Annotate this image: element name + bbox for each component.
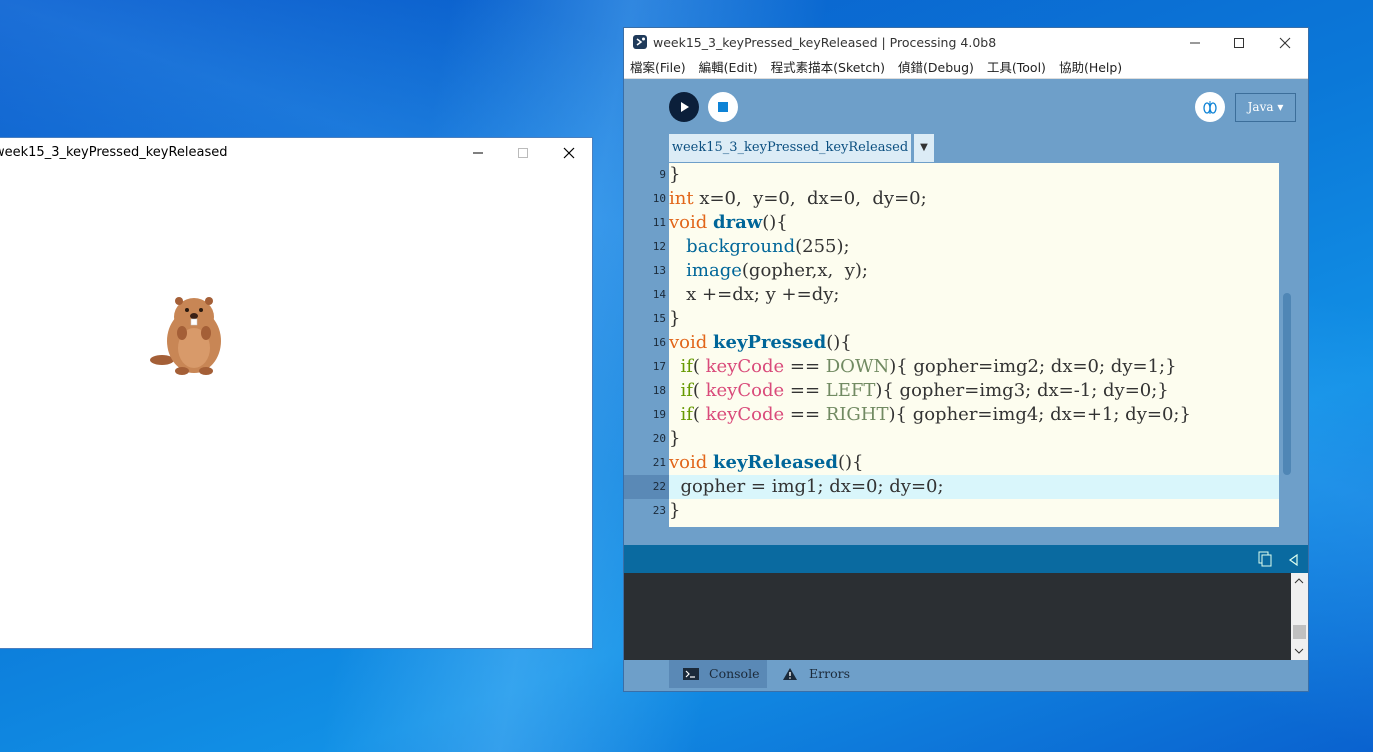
line-number: 16 [652, 336, 666, 349]
editor-tabs: week15_3_keyPressed_keyReleased ▼ [624, 134, 1308, 162]
close-button[interactable] [546, 138, 592, 168]
code-line: } [669, 500, 681, 521]
code-line-current: gopher = img1; dx=0; dy=0; [669, 475, 1279, 499]
menu-sketch[interactable]: 程式素描本(Sketch) [771, 57, 885, 78]
processing-logo-icon [633, 35, 647, 49]
pde-window-title: week15_3_keyPressed_keyReleased | Proces… [653, 35, 997, 50]
maximize-icon [1234, 37, 1244, 48]
line-number: 21 [652, 456, 666, 469]
line-number: 12 [652, 240, 666, 253]
processing-window: week15_3_keyPressed_keyReleased | Proces… [624, 28, 1308, 691]
menu-tool[interactable]: 工具(Tool) [987, 57, 1046, 78]
close-icon [563, 147, 575, 159]
code-line: if( keyCode == LEFT){ gopher=img3; dx=-1… [680, 380, 1169, 401]
code-line: void keyReleased(){ [669, 452, 864, 473]
run-button[interactable] [669, 92, 699, 122]
collapse-icon[interactable] [1288, 554, 1300, 566]
line-number: 19 [652, 408, 666, 421]
console-tab-label: Console [709, 666, 760, 681]
menu-edit[interactable]: 編輯(Edit) [699, 57, 758, 78]
line-number: 14 [652, 288, 666, 301]
pde-titlebar: week15_3_keyPressed_keyReleased | Proces… [624, 28, 1308, 57]
tab-menu-button[interactable]: ▼ [914, 134, 934, 162]
menu-file[interactable]: 檔案(File) [630, 57, 686, 78]
minimize-icon [473, 152, 483, 154]
code-line: void draw(){ [669, 212, 788, 233]
line-number: 18 [652, 384, 666, 397]
maximize-icon [518, 148, 528, 158]
code-line: if( keyCode == RIGHT){ gopher=img4; dx=+… [680, 404, 1191, 425]
warning-icon [783, 668, 797, 680]
menu-debug[interactable]: 偵錯(Debug) [898, 57, 974, 78]
code-line: void keyPressed(){ [669, 332, 852, 353]
code-line: } [669, 164, 681, 185]
code-editor[interactable]: 9 10 11 12 13 14 15 16 17 18 19 20 21 22… [624, 163, 1279, 527]
stop-button[interactable] [708, 92, 738, 122]
line-number-current: 22 [624, 475, 669, 499]
mode-selector[interactable]: Java ▾ [1235, 93, 1296, 122]
status-bar [624, 545, 1308, 573]
line-number: 10 [652, 192, 666, 205]
gopher-image [150, 297, 221, 375]
minimize-button[interactable] [455, 138, 501, 168]
scroll-down-icon[interactable] [1294, 647, 1304, 655]
code-line: } [669, 428, 681, 449]
stop-icon [718, 102, 728, 112]
debugger-icon [1203, 101, 1217, 114]
minimize-icon [1190, 42, 1200, 43]
code-area[interactable]: } int x=0, y=0, dx=0, dy=0; void draw(){… [669, 163, 1279, 527]
pde-close-button[interactable] [1262, 28, 1308, 57]
line-number: 23 [652, 504, 666, 517]
code-line: if( keyCode == DOWN){ gopher=img2; dx=0;… [680, 356, 1177, 377]
console-icon [683, 668, 699, 680]
debugger-button[interactable] [1195, 92, 1225, 122]
errors-tab-label: Errors [809, 666, 850, 681]
maximize-button[interactable] [500, 138, 546, 168]
line-number: 11 [652, 216, 666, 229]
code-line: x +=dx; y +=dy; [669, 284, 840, 305]
line-number: 20 [652, 432, 666, 445]
line-number: 17 [652, 360, 666, 373]
bottom-tabs: Console Errors [624, 660, 1308, 691]
tab-errors[interactable]: Errors [781, 660, 861, 688]
menu-help[interactable]: 協助(Help) [1059, 57, 1122, 78]
run-icon [681, 102, 689, 112]
pde-maximize-button[interactable] [1216, 28, 1262, 57]
console-scrollbar-thumb[interactable] [1293, 625, 1306, 639]
code-line: image(gopher,x, y); [686, 260, 868, 281]
sketch-titlebar: week15_3_keyPressed_keyReleased [0, 138, 592, 168]
code-line: int x=0, y=0, dx=0, dy=0; [669, 188, 927, 209]
line-number: 15 [652, 312, 666, 325]
tab-sketch[interactable]: week15_3_keyPressed_keyReleased [669, 134, 911, 162]
code-line: background(255); [686, 236, 850, 257]
line-number: 9 [659, 168, 666, 181]
line-number-gutter: 9 10 11 12 13 14 15 16 17 18 19 20 21 22… [624, 163, 669, 527]
pde-minimize-button[interactable] [1172, 28, 1218, 57]
toolbar: Java ▾ [624, 79, 1308, 134]
sketch-window: week15_3_keyPressed_keyReleased [0, 138, 592, 648]
tab-console[interactable]: Console [669, 660, 767, 688]
editor-scrollbar[interactable] [1279, 163, 1295, 543]
editor-scrollbar-thumb[interactable] [1283, 293, 1291, 475]
scroll-up-icon[interactable] [1294, 577, 1304, 585]
menu-bar: 檔案(File) 編輯(Edit) 程式素描本(Sketch) 偵錯(Debug… [624, 57, 1308, 79]
copy-icon[interactable] [1258, 551, 1272, 567]
close-icon [1279, 37, 1291, 48]
console-scrollbar[interactable] [1291, 573, 1308, 660]
line-number: 13 [652, 264, 666, 277]
sketch-window-title: week15_3_keyPressed_keyReleased [0, 145, 228, 160]
console-output[interactable] [624, 573, 1308, 660]
code-line: } [669, 308, 681, 329]
